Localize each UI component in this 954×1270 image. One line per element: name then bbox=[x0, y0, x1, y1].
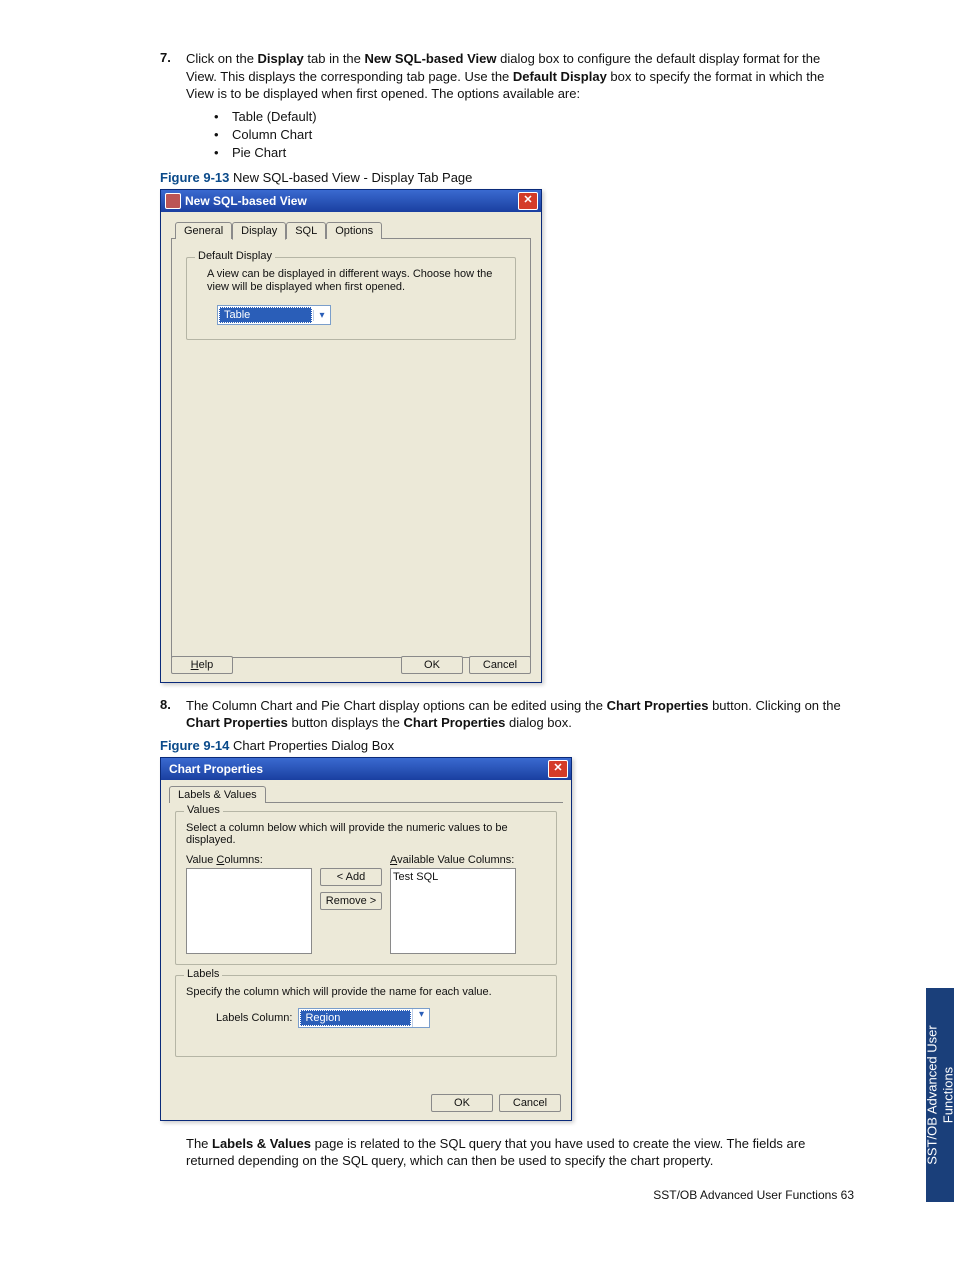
bullet-item: Table (Default) bbox=[214, 109, 854, 124]
available-columns-label: Available Value Columns: bbox=[390, 854, 516, 866]
groupbox-values: Values Select a column below which will … bbox=[175, 811, 557, 965]
step-body: Click on the Display tab in the New SQL-… bbox=[186, 50, 854, 103]
bullets-step7: Table (Default) Column Chart Pie Chart bbox=[214, 109, 854, 160]
app-icon bbox=[165, 193, 181, 209]
dialog-footer: Help OK Cancel bbox=[171, 656, 531, 674]
help-text: A view can be displayed in different way… bbox=[207, 268, 505, 296]
add-button[interactable]: < Add bbox=[320, 868, 382, 886]
tab-panel-display: Default Display A view can be displayed … bbox=[171, 238, 531, 658]
ok-button[interactable]: OK bbox=[431, 1094, 493, 1112]
side-tab-label: SST/OB Advanced UserFunctions bbox=[924, 995, 954, 1195]
close-icon[interactable]: ✕ bbox=[548, 760, 568, 778]
bullet-item: Column Chart bbox=[214, 127, 854, 142]
ok-button[interactable]: OK bbox=[401, 656, 463, 674]
step-number: 7. bbox=[160, 50, 186, 103]
titlebar: New SQL-based View ✕ bbox=[161, 190, 541, 212]
dialog-body: Labels & Values Values Select a column b… bbox=[161, 780, 571, 1120]
side-tab: SST/OB Advanced UserFunctions bbox=[926, 988, 954, 1202]
value-columns-listbox[interactable] bbox=[186, 868, 312, 954]
groupbox-legend: Default Display bbox=[195, 250, 275, 262]
step-number: 8. bbox=[160, 697, 186, 732]
dialog-title: Chart Properties bbox=[165, 762, 548, 776]
help-text: Select a column below which will provide… bbox=[186, 822, 546, 846]
dialog-new-sql-based-view: New SQL-based View ✕ General Display SQL… bbox=[160, 189, 542, 683]
chevron-down-icon[interactable]: ▾ bbox=[313, 310, 330, 321]
tab-strip: Labels & Values bbox=[161, 780, 571, 802]
close-icon[interactable]: ✕ bbox=[518, 192, 538, 210]
page-footer: SST/OB Advanced User Functions 63 bbox=[160, 1188, 854, 1202]
combo-selected: Region bbox=[300, 1010, 411, 1026]
figure-caption-913: Figure 9-13 New SQL-based View - Display… bbox=[160, 170, 854, 185]
combo-selected: Table bbox=[219, 307, 312, 323]
cancel-button[interactable]: Cancel bbox=[469, 656, 531, 674]
available-columns-listbox[interactable]: Test SQL bbox=[390, 868, 516, 954]
list-item[interactable]: Test SQL bbox=[393, 871, 513, 883]
labels-column-combo[interactable]: Region ▾ bbox=[298, 1008, 430, 1028]
dialog-chart-properties: Chart Properties ✕ Labels & Values Value… bbox=[160, 757, 572, 1121]
remove-button[interactable]: Remove > bbox=[320, 892, 382, 910]
help-button[interactable]: Help bbox=[171, 656, 233, 674]
dialog-title: New SQL-based View bbox=[185, 194, 518, 208]
tab-strip: General Display SQL Options bbox=[171, 222, 531, 239]
figure-caption-914: Figure 9-14 Chart Properties Dialog Box bbox=[160, 738, 854, 753]
step-8: 8. The Column Chart and Pie Chart displa… bbox=[160, 697, 854, 732]
tab-options[interactable]: Options bbox=[326, 222, 382, 239]
groupbox-default-display: Default Display A view can be displayed … bbox=[186, 257, 516, 341]
step-7: 7. Click on the Display tab in the New S… bbox=[160, 50, 854, 103]
tab-display[interactable]: Display bbox=[232, 222, 286, 240]
groupbox-legend: Labels bbox=[184, 968, 222, 980]
tab-labels-values[interactable]: Labels & Values bbox=[169, 786, 266, 803]
tab-panel: Values Select a column below which will … bbox=[169, 802, 563, 1075]
tab-general[interactable]: General bbox=[175, 222, 232, 239]
tab-sql[interactable]: SQL bbox=[286, 222, 326, 239]
cancel-button[interactable]: Cancel bbox=[499, 1094, 561, 1112]
value-columns-label: Value Columns: bbox=[186, 854, 312, 866]
bullet-item: Pie Chart bbox=[214, 145, 854, 160]
groupbox-legend: Values bbox=[184, 804, 223, 816]
step-body: The Column Chart and Pie Chart display o… bbox=[186, 697, 854, 732]
titlebar: Chart Properties ✕ bbox=[161, 758, 571, 780]
help-text: Specify the column which will provide th… bbox=[186, 986, 546, 998]
groupbox-labels: Labels Specify the column which will pro… bbox=[175, 975, 557, 1057]
default-display-combo[interactable]: Table ▾ bbox=[217, 305, 331, 325]
chevron-down-icon[interactable]: ▾ bbox=[412, 1009, 429, 1027]
dialog-body: General Display SQL Options Default Disp… bbox=[161, 212, 541, 682]
dialog-footer: OK Cancel bbox=[431, 1094, 561, 1112]
body-paragraph: The Labels & Values page is related to t… bbox=[186, 1135, 854, 1170]
labels-column-label: Labels Column: bbox=[216, 1012, 292, 1024]
